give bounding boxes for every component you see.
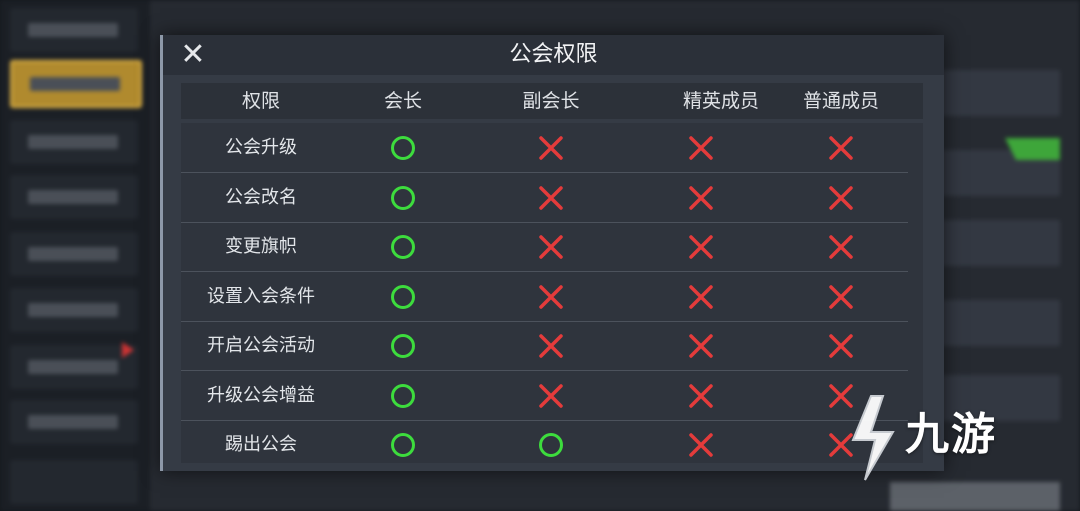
red-cross-icon (538, 185, 564, 211)
header-president: 会长 (383, 90, 423, 112)
table-row: 设置入会条件 (181, 272, 908, 322)
red-cross-icon (688, 383, 714, 409)
background-list-row (940, 70, 1060, 116)
green-circle-icon (390, 135, 416, 161)
green-circle-icon (390, 383, 416, 409)
permission-label: 公会改名 (225, 186, 297, 208)
table-row: 踢出公会 (181, 420, 908, 469)
background-sidebar-text (28, 135, 118, 149)
red-cross-icon (688, 135, 714, 161)
background-sidebar-text (28, 23, 118, 37)
table-header: 权限 会长 副会长 精英成员 普通成员 (181, 83, 923, 119)
red-cross-icon (688, 333, 714, 359)
guild-permissions-dialog: ✕ 公会权限 权限 会长 副会长 精英成员 普通成员 公会升级公会改名变更旗帜设… (160, 35, 944, 471)
background-sidebar-text (28, 190, 118, 204)
background-sidebar-text (28, 247, 118, 261)
red-cross-icon (688, 234, 714, 260)
header-vice-president: 副会长 (522, 90, 580, 112)
red-cross-icon (828, 333, 854, 359)
red-cross-icon (538, 234, 564, 260)
permission-label: 开启公会活动 (207, 335, 315, 356)
background-sidebar-item (10, 288, 138, 332)
background-red-arrow-icon (122, 342, 134, 358)
green-circle-icon (390, 284, 416, 310)
watermark-logo-icon (851, 395, 895, 481)
background-sidebar-text (28, 415, 118, 429)
red-cross-icon (688, 284, 714, 310)
red-cross-icon (538, 383, 564, 409)
background-sidebar-item (10, 120, 138, 164)
background-sidebar-text (28, 303, 118, 317)
background-sidebar-item (10, 345, 138, 389)
background-sidebar-text (28, 360, 118, 374)
background-list-row (940, 300, 1060, 346)
background-sidebar-item (10, 175, 138, 219)
background-sidebar-text (30, 77, 120, 91)
red-cross-icon (538, 333, 564, 359)
red-cross-icon (828, 234, 854, 260)
table-row: 升级公会增益 (181, 371, 908, 421)
background-list-row (940, 220, 1060, 266)
red-cross-icon (688, 185, 714, 211)
green-circle-icon (390, 234, 416, 260)
watermark-text: 九游 (905, 409, 997, 460)
permission-label: 升级公会增益 (207, 384, 315, 406)
dialog-header: ✕ 公会权限 (163, 35, 944, 75)
permission-label: 踢出公会 (225, 434, 297, 455)
background-sidebar-item (10, 400, 138, 444)
red-cross-icon (828, 284, 854, 310)
header-regular-member: 普通成员 (802, 90, 880, 112)
header-permission: 权限 (241, 90, 281, 112)
red-cross-icon (828, 185, 854, 211)
green-circle-icon (390, 333, 416, 359)
red-cross-icon (828, 135, 854, 161)
permission-label: 公会升级 (225, 137, 297, 158)
permission-label: 设置入会条件 (207, 285, 315, 307)
table-row: 开启公会活动 (181, 321, 908, 371)
red-cross-icon (688, 432, 714, 458)
green-circle-icon (538, 432, 564, 458)
table-row: 公会改名 (181, 173, 908, 223)
background-sidebar-item-active (10, 60, 142, 108)
background-sidebar-item (10, 8, 138, 52)
red-cross-icon (538, 284, 564, 310)
background-sidebar-item (10, 460, 138, 504)
green-circle-icon (390, 432, 416, 458)
dialog-title: 公会权限 (509, 42, 598, 67)
table-row: 公会升级 (181, 123, 908, 173)
red-cross-icon (538, 135, 564, 161)
table-row: 变更旗帜 (181, 222, 908, 272)
background-sidebar-item (10, 232, 138, 276)
header-elite-member: 精英成员 (682, 90, 760, 112)
permissions-table: 公会升级公会改名变更旗帜设置入会条件 开启公会活动 升级公会增益 踢出公会 (181, 123, 923, 463)
green-circle-icon (390, 185, 416, 211)
background-sidebar (0, 0, 150, 511)
watermark: 九游 (835, 388, 1060, 488)
permission-label: 变更旗帜 (225, 236, 297, 257)
